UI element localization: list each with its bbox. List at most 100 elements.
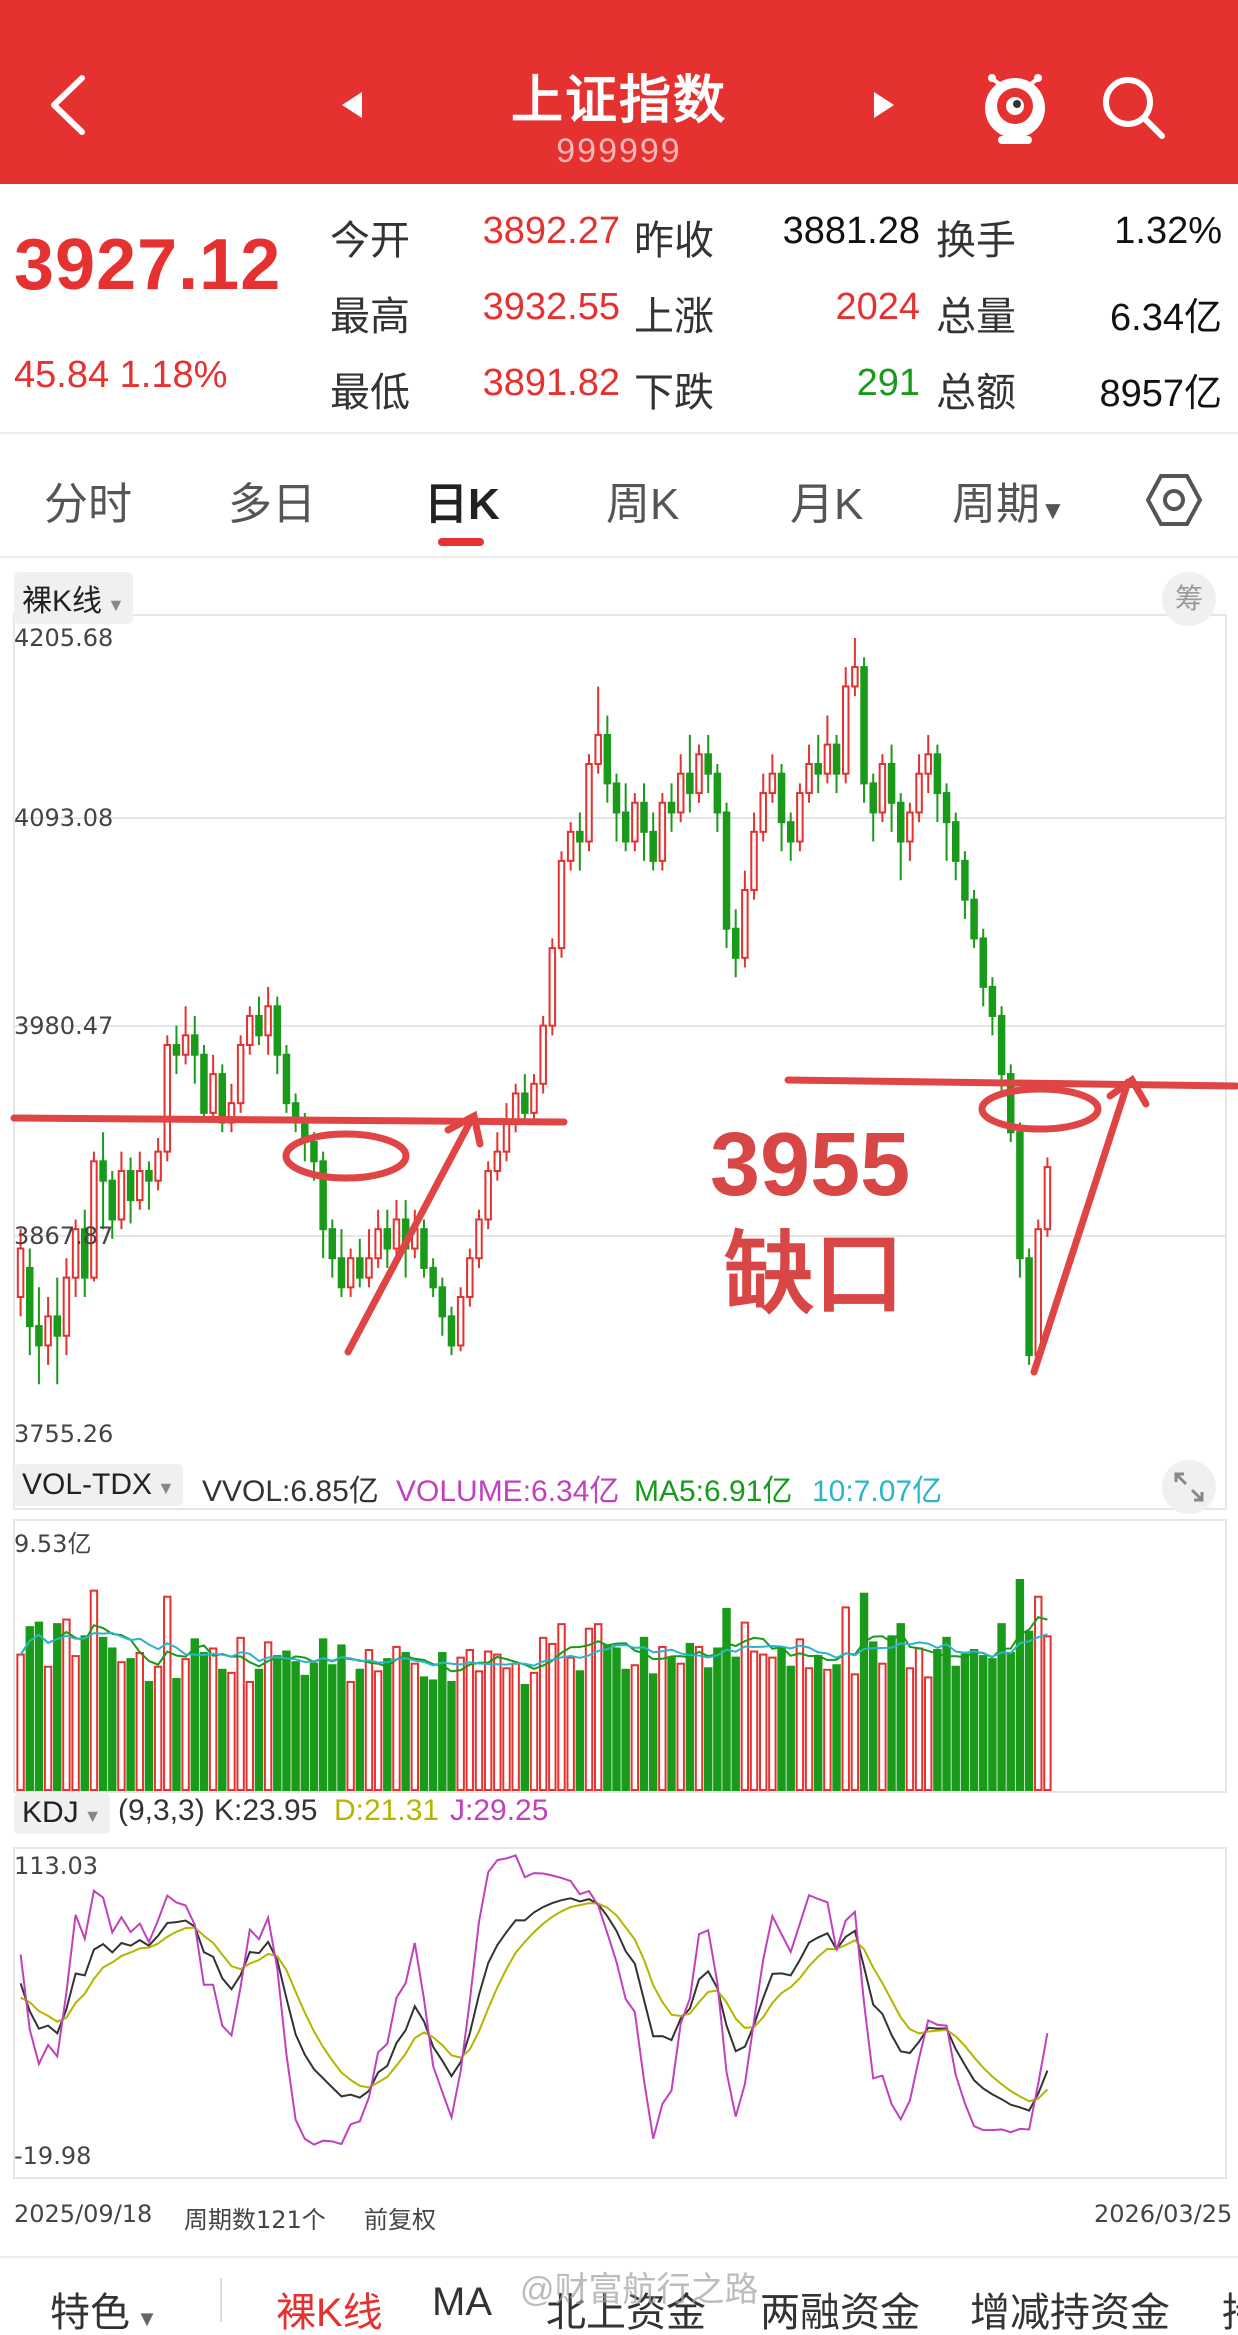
stat-value-prev-close: 3881.28 (782, 210, 920, 252)
candle-body (53, 1315, 62, 1337)
volume-bar (804, 1667, 814, 1791)
mascot-icon[interactable] (980, 66, 1050, 146)
volume-bar (887, 1635, 896, 1791)
volume-bar (383, 1658, 392, 1792)
volume-bar (520, 1684, 530, 1791)
chip-distribution-button[interactable]: 筹 (1162, 572, 1216, 626)
volume-bar (795, 1638, 805, 1791)
volume-bar (548, 1642, 557, 1792)
y-tick-label: 4205.68 (14, 624, 114, 652)
candle-body (988, 985, 997, 1017)
candle-body (26, 1266, 34, 1328)
stat-value-amount: 8957亿 (1099, 373, 1222, 415)
candle-body (896, 801, 905, 843)
volume-bar (951, 1665, 960, 1792)
kline-chart[interactable] (0, 560, 1238, 2250)
candle-body (1043, 1166, 1052, 1231)
caret-down-icon: ▼ (78, 1806, 102, 1826)
volume-bar (71, 1655, 80, 1791)
volume-bar (942, 1636, 951, 1791)
volume-bar (814, 1655, 823, 1791)
settings-hexagon-icon[interactable] (1145, 472, 1203, 528)
nav-divider (220, 2278, 222, 2322)
volume-bar (438, 1652, 447, 1791)
kdj-indicator-dropdown[interactable]: KDJ ▼ (14, 1792, 110, 1834)
candle-body (392, 1218, 401, 1250)
stat-label-volume: 总量 (936, 295, 1016, 339)
candle-body (924, 753, 932, 775)
tab-weekly-k[interactable]: 周K (606, 468, 679, 532)
candle-body (447, 1315, 456, 1347)
search-icon[interactable] (1098, 72, 1168, 142)
volume-bar (869, 1641, 878, 1792)
candle-body (264, 1005, 272, 1037)
kdj-j-value: J:29.25 (450, 1794, 549, 1827)
volume-bar (777, 1647, 786, 1792)
candle-body (493, 1150, 502, 1173)
stat-value-open: 3892.27 (482, 210, 620, 252)
app-header: 上证指数 999999 (0, 0, 1238, 184)
candle-body (594, 733, 602, 765)
kdj-k-value: K:23.95 (214, 1794, 318, 1827)
candle-body (695, 753, 703, 795)
support-line-left (10, 1114, 568, 1126)
stat-value-low: 3891.82 (482, 362, 620, 404)
candle-body (997, 1014, 1006, 1076)
nav-featured[interactable]: 特色 ▼ (50, 2280, 158, 2335)
volume-bar (969, 1649, 979, 1791)
volume-bar (318, 1638, 328, 1791)
tab-intraday[interactable]: 分时 (44, 468, 132, 532)
volume-bar (181, 1658, 190, 1792)
nav-margin[interactable]: 两融资金 (760, 2280, 920, 2335)
candle-body (346, 1257, 355, 1289)
candle-body (951, 821, 960, 862)
candle-body (722, 811, 731, 930)
candle-body (456, 1295, 465, 1347)
adjust-mode[interactable]: 前复权 (364, 2200, 436, 2235)
nav-naked-k[interactable]: 裸K线 (276, 2280, 383, 2335)
tab-multi-day[interactable]: 多日 (228, 468, 316, 532)
chart-area[interactable]: 裸K线 ▼ 筹 4205.68 4093.08 3980.47 3867.87 … (0, 560, 1238, 2250)
volume-bar (914, 1647, 924, 1792)
next-stock-icon[interactable] (872, 90, 896, 125)
stat-label-open: 今开 (330, 219, 410, 263)
candle-body (62, 1276, 71, 1337)
volume-bar (199, 1652, 209, 1791)
candle-body (704, 753, 712, 775)
candle-body (686, 772, 694, 795)
volume-bar (557, 1623, 566, 1792)
volume-bar (135, 1652, 144, 1791)
volume-bar (933, 1649, 942, 1791)
candle-body (796, 792, 804, 843)
kline-mode-dropdown[interactable]: 裸K线 ▼ (14, 572, 133, 624)
volume-bar (172, 1677, 181, 1792)
tab-daily-k[interactable]: 日K (424, 468, 500, 532)
volume-max-label: 9.53亿 (14, 1530, 92, 1558)
volume-bar (1034, 1595, 1043, 1791)
volume-bar (447, 1680, 456, 1792)
current-price: 3927.12 (14, 225, 282, 305)
candle-body (1034, 1228, 1042, 1357)
caret-down-icon: ▼ (130, 2306, 158, 2331)
volume-bar (291, 1661, 300, 1792)
y-tick-label: 3755.26 (14, 1420, 114, 1448)
nav-ma[interactable]: MA (432, 2280, 492, 2325)
nav-more[interactable]: 持 (1222, 2280, 1238, 2335)
volume-bar (758, 1653, 768, 1791)
expand-icon[interactable] (1162, 1460, 1216, 1514)
nav-holdings-change[interactable]: 增减持资金 (970, 2280, 1170, 2335)
start-date: 2025/09/18 (14, 2200, 153, 2228)
tab-monthly-k[interactable]: 月K (790, 468, 863, 532)
gap-circle-right (978, 1085, 1102, 1133)
volume-bar (25, 1626, 34, 1792)
candle-body (438, 1286, 447, 1318)
volume-bar (603, 1644, 612, 1792)
tab-period-dropdown[interactable]: 周期▼ (952, 468, 1066, 532)
candle-body (145, 1170, 153, 1182)
volume-indicator-dropdown[interactable]: VOL-TDX ▼ (14, 1464, 183, 1506)
volume-bar (988, 1658, 997, 1792)
candle-body (805, 762, 813, 795)
volume-bars-layer (16, 1579, 1052, 1792)
kline-mode-label: 裸K线 (22, 585, 103, 618)
candle-body (676, 772, 685, 814)
